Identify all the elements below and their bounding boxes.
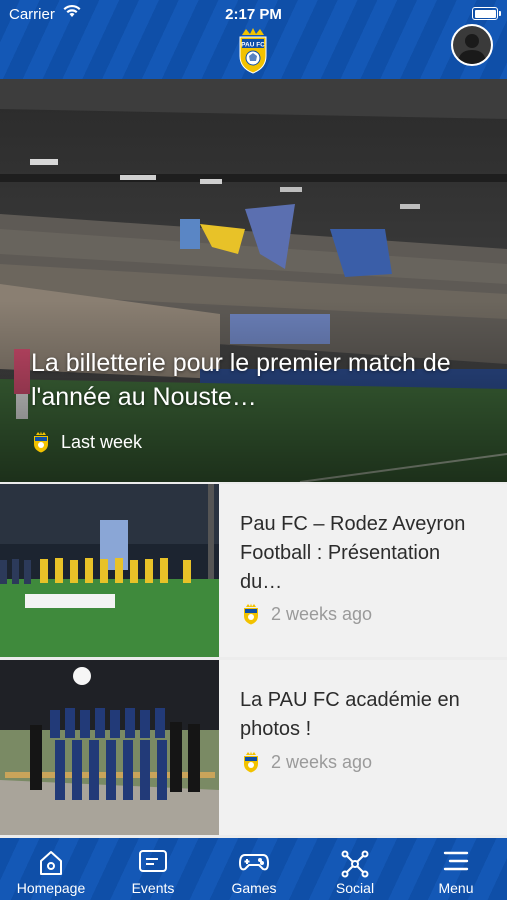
tab-label: Homepage [16, 880, 86, 896]
profile-avatar[interactable] [451, 24, 493, 66]
gamepad-icon [239, 854, 269, 871]
home-icon [40, 851, 62, 875]
club-logo[interactable]: PAU FC [236, 26, 270, 74]
svg-text:PAU FC: PAU FC [241, 42, 265, 49]
article-title: La PAU FC académie en photos ! [240, 689, 460, 740]
stadium-photo [0, 79, 507, 482]
tab-games[interactable]: Games [211, 838, 297, 900]
tab-events[interactable]: Events [110, 838, 196, 900]
featured-article-title: La billetterie pour le premier match de … [31, 349, 451, 411]
tab-label: Events [131, 880, 175, 896]
featured-article-time: Last week [61, 431, 143, 452]
club-crest-icon [34, 431, 48, 453]
network-icon [341, 850, 369, 878]
bottom-tab-bar: Homepage Events Games Social Menu [0, 838, 507, 900]
tab-label: Social [335, 880, 375, 896]
article-meta: 2 weeks ago [243, 751, 372, 773]
featured-article-meta: Last week [33, 431, 142, 453]
article-time: 2 weeks ago [271, 603, 373, 624]
article-thumbnail [0, 660, 219, 835]
clock: 2:17 PM [225, 6, 282, 23]
tab-label: Games [231, 880, 277, 896]
battery-icon [472, 7, 501, 20]
club-crest-icon [244, 603, 258, 625]
article-thumbnail [0, 484, 219, 657]
article-card[interactable]: La PAU FC académie en photos ! 2 weeks a… [0, 660, 507, 835]
menu-icon [443, 851, 469, 871]
status-bar: Carrier 2:17 PM [0, 0, 507, 28]
tab-menu[interactable]: Menu [413, 838, 499, 900]
article-title: Pau FC – Rodez Aveyron Football : Présen… [240, 513, 466, 593]
message-icon [139, 850, 167, 872]
tab-homepage[interactable]: Homepage [8, 838, 94, 900]
article-card[interactable]: Pau FC – Rodez Aveyron Football : Présen… [0, 484, 507, 657]
club-crest-icon [244, 751, 258, 773]
article-time: 2 weeks ago [271, 751, 373, 772]
tab-social[interactable]: Social [312, 838, 398, 900]
featured-article[interactable]: La billetterie pour le premier match de … [0, 79, 507, 482]
user-icon [453, 26, 491, 64]
tab-label: Menu [438, 880, 474, 896]
article-meta: 2 weeks ago [243, 603, 372, 625]
app-header: Carrier 2:17 PM PAU FC [0, 0, 507, 79]
